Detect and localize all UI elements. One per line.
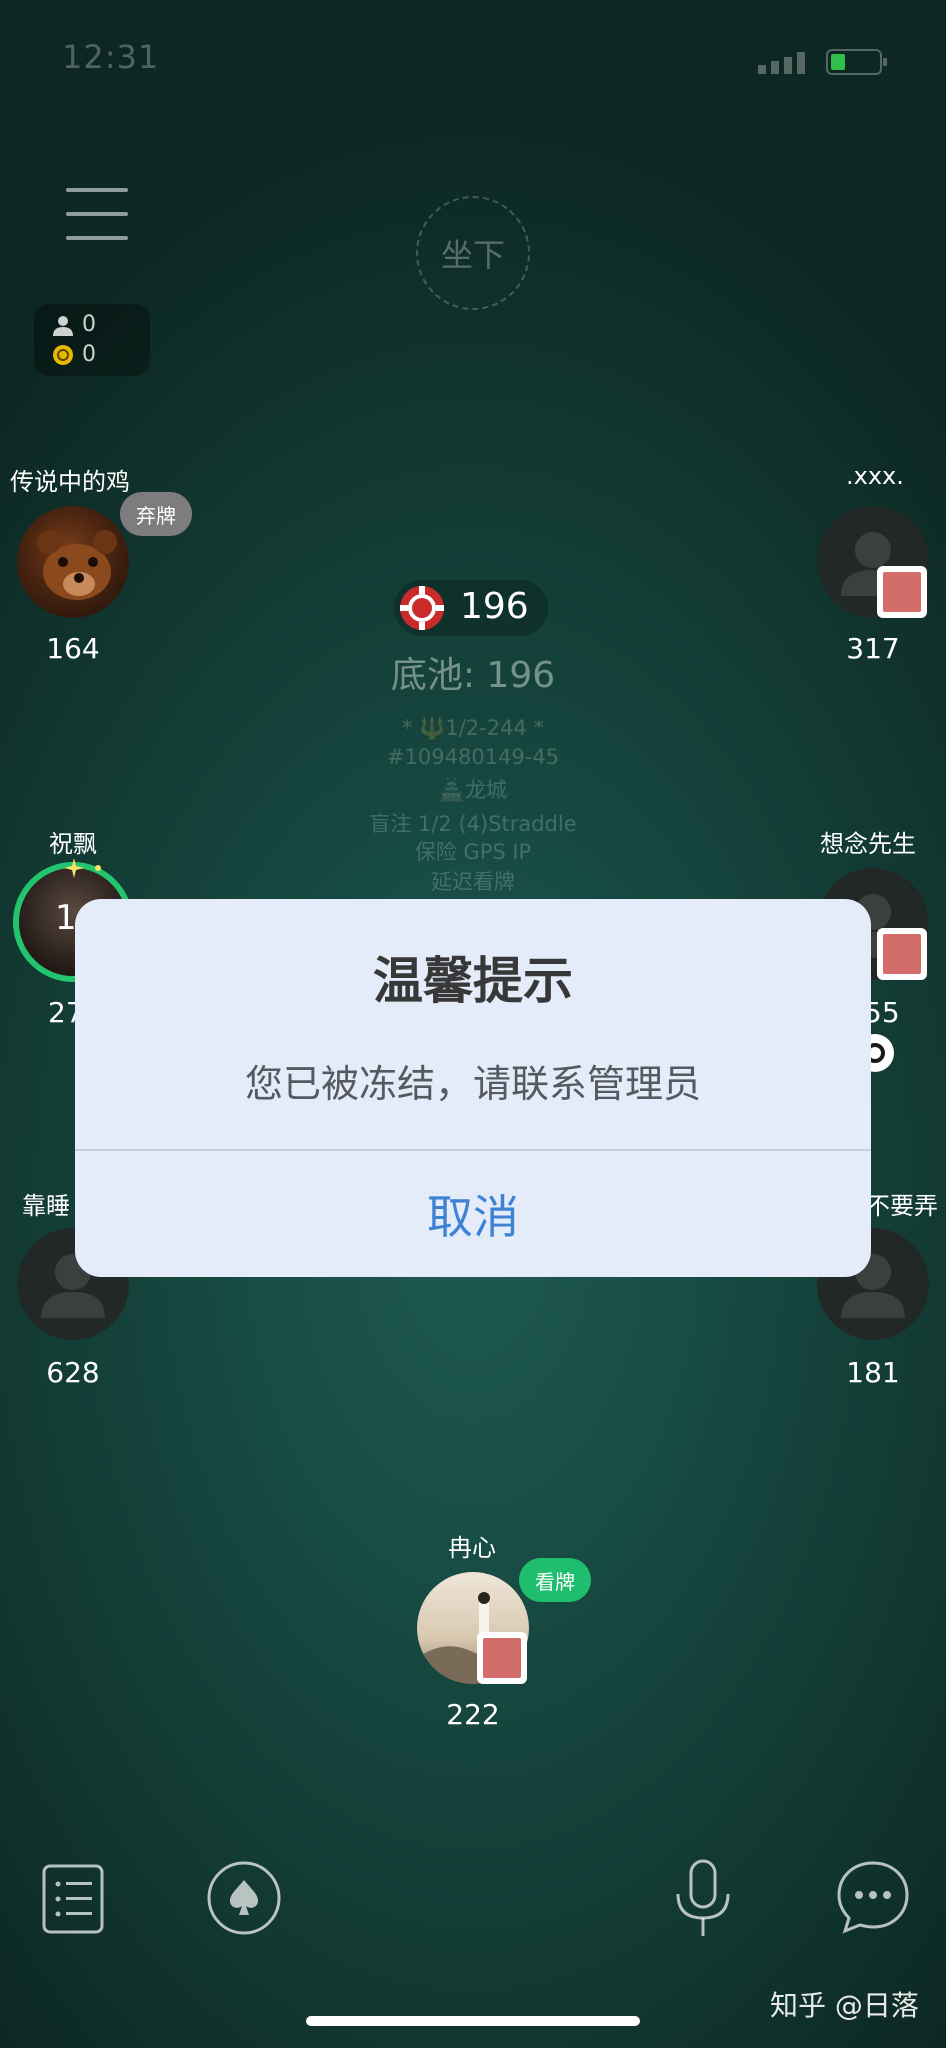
pot-chip-amount: 196	[460, 586, 529, 627]
dialog-title: 温馨提示	[373, 952, 573, 1010]
alert-dialog: 温馨提示 您已被冻结，请联系管理员 取消	[75, 899, 871, 1277]
player-score-low-left: 628	[46, 1356, 100, 1389]
card-back-icon	[877, 928, 927, 980]
table-info-line-5: 保险 GPS IP	[414, 840, 532, 864]
turn-timer-value: 1	[55, 898, 77, 938]
coin-count: 0	[82, 342, 96, 367]
player-name-low-left: 靠睡	[22, 1192, 70, 1220]
player-name-self: 冉心	[448, 1534, 496, 1562]
player-count: 0	[82, 312, 96, 337]
table-info-line-6: 延迟看牌	[431, 870, 515, 894]
table-info-line-1: * 🔱1/2-244 *	[402, 716, 544, 740]
check-badge: 看牌	[519, 1558, 591, 1602]
spade-icon[interactable]	[206, 1860, 282, 1936]
player-name-mid-left: 祝飘	[49, 830, 97, 858]
coin-icon	[53, 344, 73, 365]
poker-chip-icon	[400, 586, 444, 630]
player-score-low-right: 181	[846, 1356, 900, 1389]
fold-badge: 弃牌	[120, 492, 192, 536]
pot-total-label: 底池: 196	[390, 655, 556, 696]
player-name-top-right: .xxx.	[846, 462, 904, 490]
dialog-message: 您已被冻结，请联系管理员	[244, 1062, 701, 1106]
list-icon[interactable]	[42, 1864, 106, 1934]
table-info-line-4: 盲注 1/2 (4)Straddle	[369, 812, 577, 836]
person-icon	[53, 315, 73, 336]
table-info-line-3: 🏯龙城	[438, 778, 508, 802]
card-back-icon	[477, 1632, 527, 1684]
chat-icon[interactable]	[836, 1860, 910, 1934]
sparkle-icon	[64, 858, 101, 878]
table-stats-box: 0 0	[34, 304, 150, 376]
menu-button[interactable]	[66, 188, 128, 240]
player-name-mid-right: 想念先生	[820, 830, 916, 858]
status-time: 12:31	[62, 38, 160, 76]
player-score-top-left: 164	[46, 632, 100, 665]
signal-icon	[758, 52, 805, 74]
microphone-icon[interactable]	[672, 1858, 734, 1938]
battery-icon	[826, 49, 887, 75]
poker-table-screen: 12:31 坐下 0 0 传说中的鸡 弃牌 164 .xxx. 317 196 …	[0, 0, 946, 2048]
player-avatar-top-left[interactable]	[17, 506, 129, 618]
home-indicator[interactable]	[306, 2016, 640, 2026]
player-score-top-right: 317	[846, 632, 900, 665]
player-name-top-left: 传说中的鸡	[10, 468, 130, 496]
player-name-low-right: 不要弄	[866, 1192, 938, 1220]
table-info-line-2: #109480149-45	[386, 745, 560, 769]
sit-down-button[interactable]: 坐下	[416, 196, 530, 310]
watermark-label: 知乎 @日落	[770, 1989, 919, 2022]
card-back-icon	[877, 566, 927, 618]
bear-avatar-image	[37, 530, 117, 600]
player-score-self: 222	[446, 1698, 500, 1731]
cancel-button[interactable]: 取消	[75, 1151, 871, 1277]
